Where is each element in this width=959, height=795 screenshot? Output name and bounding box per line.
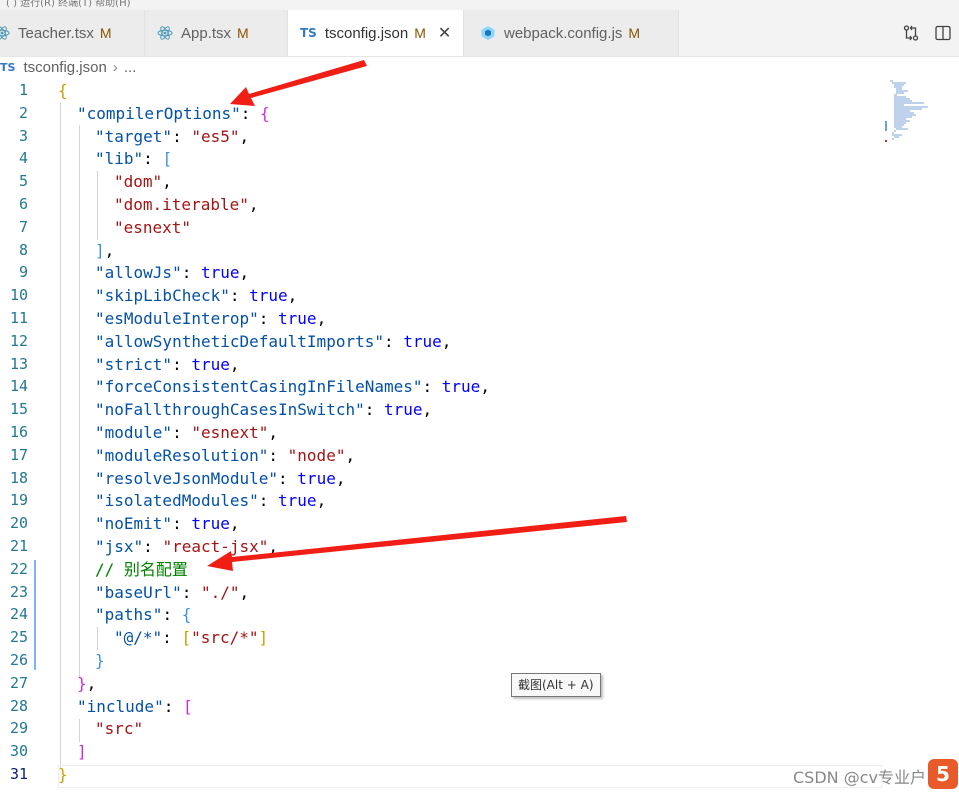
csdn-logo: 5 (928, 759, 958, 789)
screenshot-tooltip: 截图(Alt + A) (511, 673, 601, 697)
arrow-annotation (230, 60, 367, 106)
arrow-annotation (207, 516, 627, 571)
annotation-overlay (207, 60, 627, 571)
watermark-text: CSDN @cv专业户 (793, 768, 926, 787)
